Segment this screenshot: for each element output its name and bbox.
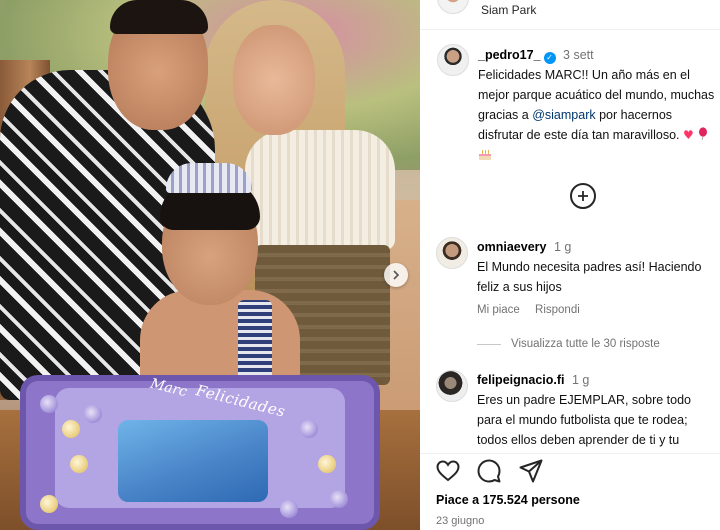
caption-author-avatar[interactable] bbox=[437, 44, 469, 76]
share-icon[interactable] bbox=[518, 458, 544, 484]
author-avatar[interactable] bbox=[437, 0, 469, 14]
post-header: Siam Park bbox=[420, 0, 720, 30]
comment-username[interactable]: omniaevery bbox=[477, 240, 546, 254]
comment-username[interactable]: felipeignacio.fi bbox=[477, 373, 565, 387]
post-photo[interactable]: Felicidades Marc bbox=[0, 0, 420, 530]
replies-divider-line bbox=[477, 343, 501, 345]
cake-rosette bbox=[84, 405, 102, 423]
carousel-next-button[interactable] bbox=[384, 263, 408, 287]
post-location[interactable]: Siam Park bbox=[481, 3, 536, 17]
heart-emoji-icon: ♥ bbox=[682, 128, 694, 142]
cake-rosette bbox=[330, 490, 348, 508]
woman-face bbox=[233, 25, 315, 135]
heart-icon[interactable] bbox=[435, 458, 461, 484]
cake-rosette bbox=[318, 455, 336, 473]
likes-count[interactable]: Piace a 175.524 persone bbox=[436, 493, 580, 507]
load-more-comments-button[interactable] bbox=[570, 183, 596, 209]
commenter-avatar[interactable] bbox=[436, 237, 468, 269]
comment-like-link[interactable]: Mi piace bbox=[477, 304, 520, 316]
plus-icon bbox=[578, 191, 588, 201]
tiara-crown bbox=[166, 163, 252, 193]
cake-emoji-icon bbox=[479, 150, 491, 160]
cake-rosette bbox=[40, 395, 58, 413]
cake-rosette bbox=[40, 495, 58, 513]
commenter-avatar[interactable] bbox=[436, 370, 468, 402]
comment-time: 1 g bbox=[572, 373, 590, 387]
cake-rosette bbox=[300, 420, 318, 438]
comment-body: El Mundo necesita padres así! Haciendo f… bbox=[477, 260, 702, 294]
cake-rosette bbox=[280, 500, 298, 518]
comment-actions: Mi piace Rispondi bbox=[477, 304, 592, 316]
post-date: 23 giugno bbox=[436, 515, 485, 527]
caption-mention-link[interactable]: @siampark bbox=[532, 108, 595, 122]
cake-picture bbox=[118, 420, 268, 502]
caption-username[interactable]: _pedro17_ bbox=[478, 48, 541, 62]
caption-text: _pedro17_ ✓ 3 sett Felicidades MARC!! Un … bbox=[478, 45, 716, 165]
man-hair bbox=[110, 0, 208, 34]
cake-rosette bbox=[70, 455, 88, 473]
view-replies-link[interactable]: Visualizza tutte le 30 risposte bbox=[477, 338, 660, 350]
comment-time: 1 g bbox=[553, 240, 572, 254]
caption-time: 3 sett bbox=[563, 48, 594, 62]
comment-text: felipeignacio.fi 1 g Eres un padre EJEMP… bbox=[477, 370, 717, 450]
verified-badge-icon: ✓ bbox=[543, 52, 556, 64]
balloon-emoji-icon bbox=[699, 127, 708, 141]
comment-text: omniaevery 1 g El Mundo necesita padres … bbox=[477, 237, 717, 297]
view-replies-label: Visualizza tutte le 30 risposte bbox=[511, 338, 660, 350]
woman-top bbox=[245, 130, 395, 250]
comment-icon[interactable] bbox=[476, 458, 502, 484]
comment-body: Eres un padre EJEMPLAR, sobre todo para … bbox=[477, 393, 692, 447]
post-sidebar: Siam Park _pedro17_ ✓ 3 sett Felicidades … bbox=[420, 0, 720, 530]
comment-reply-link[interactable]: Rispondi bbox=[535, 304, 580, 316]
chevron-right-icon bbox=[393, 270, 400, 280]
cake-rosette bbox=[62, 420, 80, 438]
post-actions-bar: Piace a 175.524 persone 23 giugno bbox=[420, 453, 720, 530]
